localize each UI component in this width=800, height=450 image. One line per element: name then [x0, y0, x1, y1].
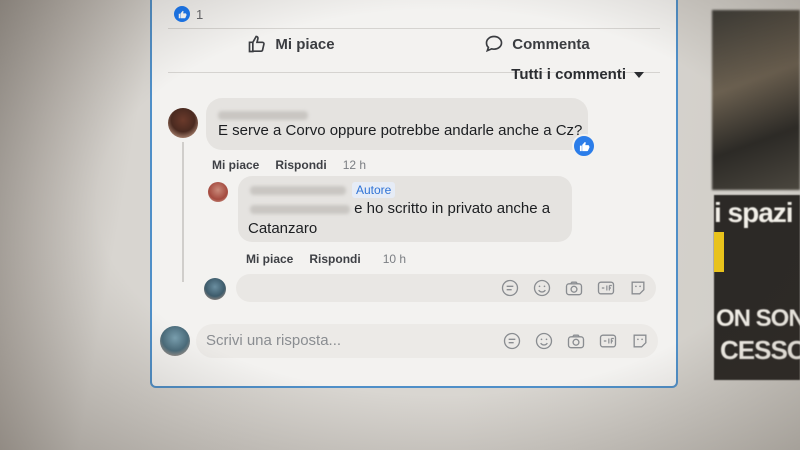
author-badge: Autore — [352, 182, 396, 198]
reply-text-line2: Catanzaro — [248, 220, 318, 237]
comment-actions: Mi piace Rispondi 12 h — [212, 158, 366, 172]
reply-author-name[interactable] — [250, 185, 346, 195]
commenter-name[interactable] — [218, 111, 308, 120]
comment-reply-link[interactable]: Rispondi — [275, 158, 326, 172]
reply-text-line1: e ho scritto in privato anche a — [354, 200, 551, 217]
side-feed: i spazi ON SON CESSO — [700, 0, 800, 450]
comment-bubble: E serve a Corvo oppure potrebbe andarle … — [206, 98, 596, 158]
reply-reply-link[interactable]: Rispondi — [309, 252, 360, 266]
composer-tools — [502, 331, 650, 351]
sticker-icon[interactable] — [502, 331, 522, 351]
reply-timestamp[interactable]: 10 h — [383, 252, 406, 266]
composer-placeholder: Scrivi una risposta... — [206, 332, 342, 349]
thumbs-up-icon — [579, 141, 590, 151]
thread-line — [182, 142, 184, 282]
comments-card: 1 Mi piace Commenta Tutti i commenti E s… — [150, 0, 678, 388]
gif-icon[interactable] — [598, 331, 618, 351]
avatar-sticker-icon[interactable] — [628, 278, 648, 298]
comment-label: Commenta — [512, 35, 590, 53]
inline-reply-input[interactable] — [236, 274, 656, 302]
like-label: Mi piace — [275, 35, 335, 53]
comment-timestamp[interactable]: 12 h — [343, 158, 366, 172]
reply-actions: Mi piace Rispondi 10 h — [246, 252, 406, 266]
reaction-count: 1 — [196, 6, 204, 22]
sort-label: Tutti i commenti — [511, 66, 626, 83]
caret-down-icon — [634, 71, 644, 78]
side-headline: CESSO — [720, 335, 800, 365]
comment-sort-dropdown[interactable]: Tutti i commenti — [511, 66, 644, 83]
side-accent — [714, 232, 724, 272]
composer-avatar[interactable] — [160, 326, 190, 356]
side-image[interactable]: i spazi ON SON CESSO — [714, 195, 800, 380]
camera-icon[interactable] — [564, 278, 584, 298]
reply-author-avatar[interactable] — [208, 182, 228, 202]
speech-bubble-icon — [485, 35, 503, 53]
like-button[interactable]: Mi piace — [168, 24, 414, 64]
side-headline: ON SON — [716, 305, 800, 332]
reaction-summary[interactable]: 1 — [174, 6, 203, 22]
current-user-avatar[interactable] — [204, 278, 226, 300]
comment-like-link[interactable]: Mi piace — [212, 158, 259, 172]
mention-tag[interactable] — [250, 204, 350, 214]
camera-icon[interactable] — [566, 331, 586, 351]
post-actions: Mi piace Commenta — [168, 24, 660, 64]
commenter-avatar[interactable] — [168, 108, 198, 138]
sticker-icon[interactable] — [500, 278, 520, 298]
side-image[interactable] — [712, 10, 800, 190]
inline-input-tools — [500, 278, 648, 298]
like-reaction-icon — [174, 6, 190, 22]
reply-like-link[interactable]: Mi piace — [246, 252, 293, 266]
comment-like-badge[interactable] — [572, 134, 596, 158]
reply-bubble: Autore e ho scritto in privato anche a C… — [238, 176, 572, 242]
emoji-icon[interactable] — [532, 278, 552, 298]
thumbs-up-icon — [249, 35, 266, 53]
main-reply-input[interactable]: Scrivi una risposta... — [196, 324, 658, 358]
avatar-sticker-icon[interactable] — [630, 331, 650, 351]
side-headline: i spazi — [714, 197, 794, 228]
comment-button[interactable]: Commenta — [414, 24, 660, 64]
gif-icon[interactable] — [596, 278, 616, 298]
emoji-icon[interactable] — [534, 331, 554, 351]
comment-text: E serve a Corvo oppure potrebbe andarle … — [218, 122, 583, 139]
